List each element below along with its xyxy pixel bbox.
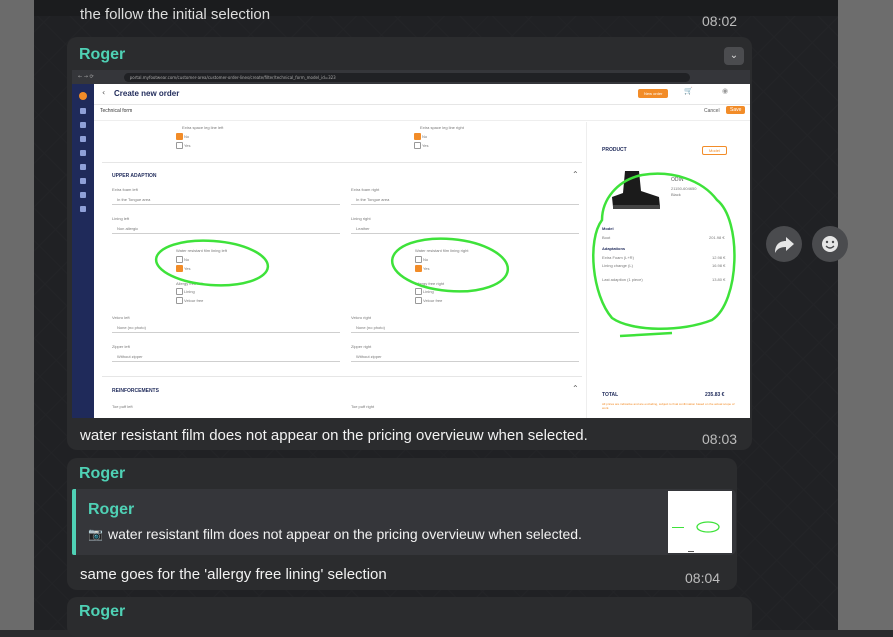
quote-text: water resistant film does not appear on … (108, 526, 582, 542)
sender-name[interactable]: Roger (79, 46, 125, 64)
forward-button[interactable] (766, 226, 802, 262)
quoted-message[interactable]: Roger 📷 water resistant film does not ap… (72, 489, 736, 555)
previous-message-text: the follow the initial selection (80, 6, 271, 23)
right-panel-edge (838, 0, 893, 630)
next-message-bubble[interactable]: Roger (67, 597, 752, 637)
quote-thumbnail (668, 491, 732, 553)
attached-screenshot[interactable]: ← → ⟳ portal.myfootwear.com/customer-are… (72, 70, 750, 418)
message-time: 08:03 (702, 431, 738, 447)
smile-icon (822, 236, 838, 252)
sender-name[interactable]: Roger (79, 465, 125, 483)
message-text: water resistant film does not appear on … (80, 427, 588, 444)
camera-icon: 📷 (88, 527, 103, 541)
quote-sender: Roger (88, 501, 135, 518)
previous-message-time: 08:02 (702, 13, 738, 29)
forward-icon (775, 237, 794, 253)
quote-bar (72, 489, 76, 555)
annotation-circles (154, 172, 736, 338)
message-text: same goes for the 'allergy free lining' … (80, 566, 387, 583)
message-time: 08:04 (685, 570, 721, 586)
left-panel-edge (0, 0, 34, 630)
chevron-down-icon[interactable]: ⌄ (724, 47, 744, 65)
sender-name[interactable]: Roger (79, 603, 125, 621)
react-button[interactable] (812, 226, 848, 262)
